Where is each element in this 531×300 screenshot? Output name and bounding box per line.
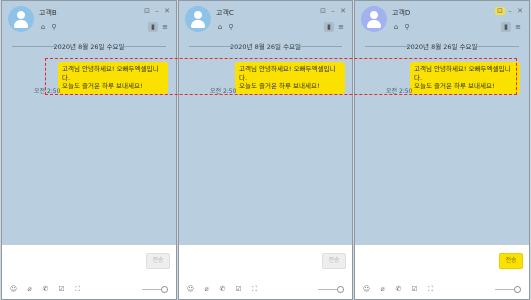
home-icon[interactable]: ⌂ [39,23,47,31]
send-button[interactable]: 전송 [146,253,170,269]
transparency-slider[interactable] [142,286,168,293]
calendar-icon[interactable]: ☑ [409,285,420,293]
chat-window-2: 고객C ⌂ ⚲ ⊡ – ✕ ▮ ≡ 2020년 8월 26일 수요일 고객님 안녕하세요… [178,0,353,300]
search-icon[interactable]: ⚲ [227,23,235,31]
date-divider: 2020년 8월 26일 수요일 [179,41,352,51]
minimize-icon[interactable]: – [505,7,515,15]
close-icon[interactable]: ✕ [162,7,172,15]
capture-icon[interactable]: ⛶ [425,285,436,294]
pin-icon[interactable]: ⊡ [318,7,328,15]
message-time: 오전 2:50 [386,88,413,95]
slider-knob[interactable] [161,286,168,293]
message-time: 오전 2:50 [210,88,237,95]
message-bubble[interactable]: 고객님 안녕하세요! 오빠두엑셀입니 다. 오늘도 즐거운 하루 보내세요! [58,62,168,94]
contact-name: 고객D [392,9,411,17]
menu-icon[interactable]: ≡ [336,22,346,32]
message-bubble[interactable]: 고객님 안녕하세요! 오빠두엑셀입니 다. 오늘도 즐거운 하루 보내세요! [235,62,345,94]
contact-name: 고객C [216,9,234,17]
calendar-icon[interactable]: ☑ [56,285,67,293]
call-icon[interactable]: ✆ [40,285,51,293]
message-input[interactable]: 전송 ☺ ⌀ ✆ ☑ ⛶ [2,244,176,299]
attach-icon[interactable]: ⌀ [201,285,212,293]
title-bar: 고객B ⌂ ⚲ ⊡ – ✕ ▮ ≡ [2,1,176,41]
pin-icon[interactable]: ⊡ [495,7,505,15]
home-icon[interactable]: ⌂ [216,23,224,31]
phone-icon[interactable]: ▮ [501,22,511,32]
minimize-icon[interactable]: – [152,7,162,15]
menu-icon[interactable]: ≡ [513,22,523,32]
transparency-slider[interactable] [495,286,521,293]
search-icon[interactable]: ⚲ [403,23,411,31]
minimize-icon[interactable]: – [328,7,338,15]
close-icon[interactable]: ✕ [338,7,348,15]
pin-icon[interactable]: ⊡ [142,7,152,15]
send-button[interactable]: 전송 [322,253,346,269]
profile-avatar[interactable] [185,6,211,32]
slider-knob[interactable] [514,286,521,293]
transparency-slider[interactable] [318,286,344,293]
title-bar: 고객C ⌂ ⚲ ⊡ – ✕ ▮ ≡ [179,1,352,41]
title-bar: 고객D ⌂ ⚲ ⊡ – ✕ ▮ ≡ [355,1,529,41]
chat-window-1: 고객B ⌂ ⚲ ⊡ – ✕ ▮ ≡ 2020년 8월 26일 수요일 고객님 안녕하세요… [1,0,177,300]
call-icon[interactable]: ✆ [217,285,228,293]
call-icon[interactable]: ✆ [393,285,404,293]
attach-icon[interactable]: ⌀ [24,285,35,293]
profile-avatar[interactable] [361,6,387,32]
capture-icon[interactable]: ⛶ [72,285,83,294]
close-icon[interactable]: ✕ [515,7,525,15]
message-input[interactable]: 전송 ☺ ⌀ ✆ ☑ ⛶ [179,244,352,299]
chat-window-3: 고객D ⌂ ⚲ ⊡ – ✕ ▮ ≡ 2020년 8월 26일 수요일 고객님 안녕하세요… [354,0,530,300]
slider-knob[interactable] [337,286,344,293]
phone-icon[interactable]: ▮ [324,22,334,32]
date-divider: 2020년 8월 26일 수요일 [355,41,529,51]
date-divider: 2020년 8월 26일 수요일 [2,41,176,51]
message-time: 오전 2:50 [34,88,61,95]
emoji-icon[interactable]: ☺ [185,285,196,293]
emoji-icon[interactable]: ☺ [361,285,372,293]
contact-name: 고객B [39,9,57,17]
calendar-icon[interactable]: ☑ [233,285,244,293]
capture-icon[interactable]: ⛶ [249,285,260,294]
search-icon[interactable]: ⚲ [50,23,58,31]
send-button[interactable]: 전송 [499,253,523,269]
home-icon[interactable]: ⌂ [392,23,400,31]
message-input[interactable]: 전송 ☺ ⌀ ✆ ☑ ⛶ [355,244,529,299]
profile-avatar[interactable] [8,6,34,32]
menu-icon[interactable]: ≡ [160,22,170,32]
emoji-icon[interactable]: ☺ [8,285,19,293]
phone-icon[interactable]: ▮ [148,22,158,32]
message-bubble[interactable]: 고객님 안녕하세요! 오빠두엑셀입니 다. 오늘도 즐거운 하루 보내세요! [410,62,520,94]
attach-icon[interactable]: ⌀ [377,285,388,293]
